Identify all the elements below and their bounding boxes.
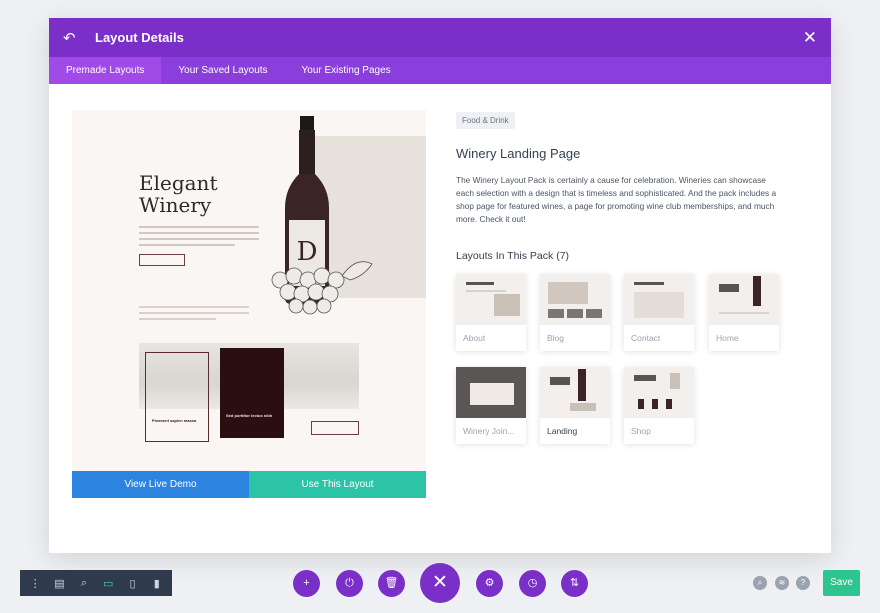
layers-icon[interactable]: ≋ [775,576,789,590]
layout-thumb-about[interactable]: About [456,274,526,351]
preview-card-button [311,421,359,435]
desktop-view-icon[interactable]: ▭ [99,577,117,590]
preview-hero-title: Elegant Winery [139,171,218,217]
view-live-demo-button[interactable]: View Live Demo [72,471,249,498]
layout-thumb-blog[interactable]: Blog [540,274,610,351]
thumb-image [540,274,610,325]
modal-title: Layout Details [95,30,184,45]
layout-thumb-landing[interactable]: Landing [540,367,610,444]
close-builder-icon: ✕ [432,572,448,593]
grapes-illustration-icon [271,261,373,315]
modal-header: ↶ Layout Details ✕ [49,18,831,57]
layout-name: Winery Landing Page [456,146,581,161]
thumb-label: About [463,333,486,343]
preview-card-outline: Praesent sapien massa [145,352,209,442]
back-arrow-icon[interactable]: ↶ [63,29,83,47]
layout-thumb-contact[interactable]: Contact [624,274,694,351]
thumb-label: Contact [631,333,661,343]
tab-bar: Premade Layouts Your Saved Layouts Your … [49,57,831,84]
layout-description: The Winery Layout Pack is certainly a ca… [456,175,777,224]
save-button[interactable]: Save [823,570,860,596]
history-icon[interactable]: ◷ [519,570,546,597]
close-icon[interactable]: ✕ [803,28,817,48]
thumb-image [456,274,526,325]
thumb-image [456,367,526,418]
wireframe-icon[interactable]: ▤ [50,577,68,590]
close-builder-button[interactable]: ✕ [420,563,460,603]
portability-icon[interactable]: ⇅ [561,570,588,597]
tab-saved-layouts[interactable]: Your Saved Layouts [161,57,284,84]
thumb-image [624,274,694,325]
thumb-label: Winery Join... [463,426,515,436]
zoom-icon[interactable]: ⌕ [75,577,93,590]
layout-preview-image: Elegant Winery D Praesent sapien massa S… [72,110,426,498]
use-this-layout-button[interactable]: Use This Layout [249,471,426,498]
preview-body-text [139,306,249,324]
pack-heading: Layouts In This Pack (7) [456,250,570,262]
preview-card-dark: Sed porttitor lectus nibh [220,348,284,438]
help-icon[interactable]: ? [796,576,810,590]
preview-hero-text [139,226,259,250]
view-mode-toolbar: ⋮ ▤ ⌕ ▭ ▯ ▮ [20,570,172,596]
more-options-icon[interactable]: ⋮ [26,577,44,590]
category-badge[interactable]: Food & Drink [456,112,515,129]
thumb-image [540,367,610,418]
power-icon[interactable]: ⏻ [336,570,363,597]
tab-premade-layouts[interactable]: Premade Layouts [49,57,162,84]
thumb-image [709,274,779,325]
phone-view-icon[interactable]: ▮ [148,577,166,590]
thumb-image [624,367,694,418]
tab-existing-pages[interactable]: Your Existing Pages [285,57,408,84]
layout-details-modal: ↶ Layout Details ✕ Premade Layouts Your … [49,18,831,553]
trash-icon[interactable]: 🗑 [378,570,405,597]
layout-thumb-home[interactable]: Home [709,274,779,351]
preview-hero-button [139,254,185,266]
settings-icon[interactable]: ⚙ [476,570,503,597]
layout-thumb-winery-join[interactable]: Winery Join... [456,367,526,444]
search-icon[interactable]: ⌕ [753,576,767,590]
add-icon[interactable]: + [293,570,320,597]
thumb-label: Blog [547,333,565,343]
tablet-view-icon[interactable]: ▯ [123,577,141,590]
thumb-label: Landing [547,426,578,436]
thumb-label: Home [716,333,739,343]
layout-thumb-shop[interactable]: Shop [624,367,694,444]
thumb-label: Shop [631,426,651,436]
